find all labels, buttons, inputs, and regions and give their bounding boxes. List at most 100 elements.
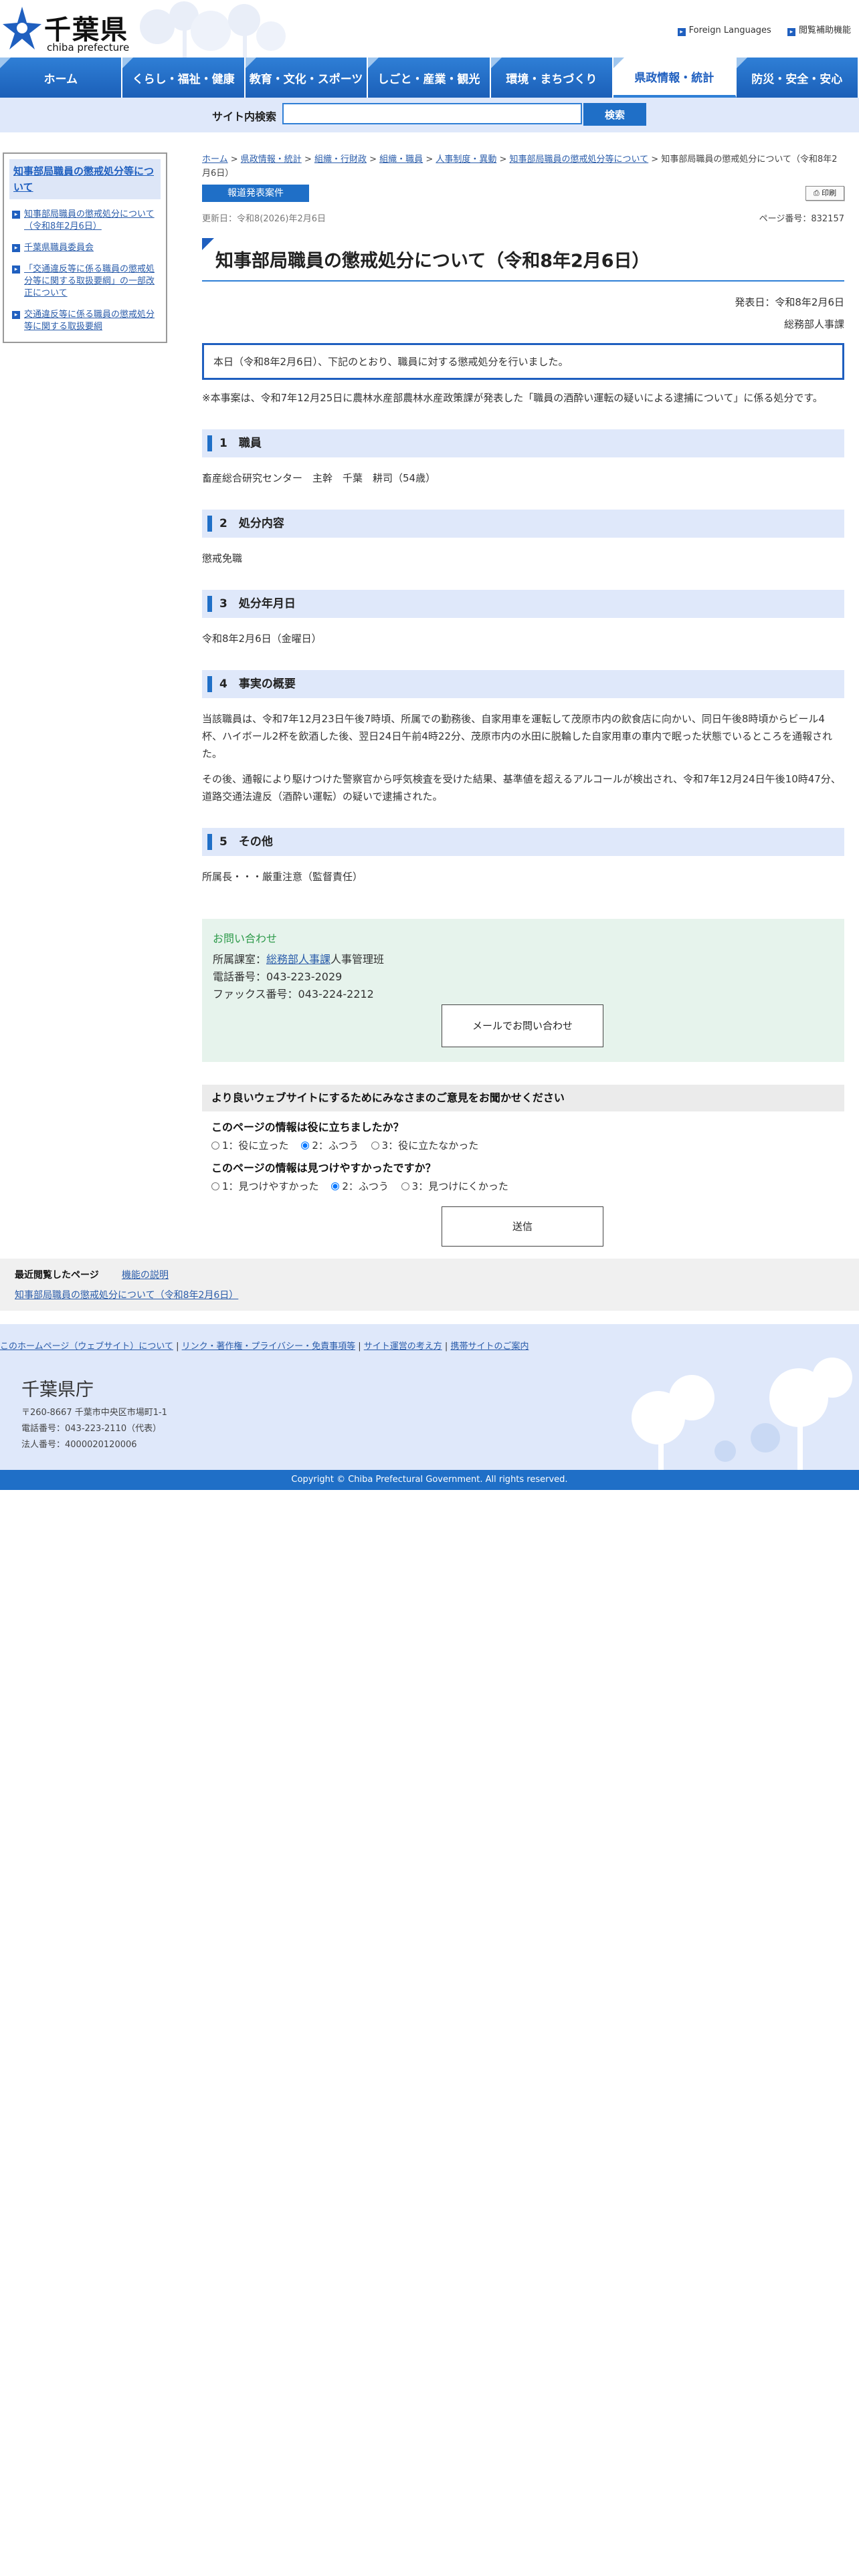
feedback-options-1: 1：役に立った 2：ふつう 3：役に立たなかった [202,1138,844,1152]
q1-option-1[interactable]: 1：役に立った [211,1140,289,1152]
footer-link-privacy[interactable]: リンク・著作権・プライバシー・免責事項等 [182,1341,355,1352]
breadcrumb-organization[interactable]: 組織・行財政 [314,154,367,165]
sidebar-link-label: 交通違反等に係る職員の懲戒処分等に関する取扱要綱 [24,310,155,332]
q1-option-3[interactable]: 3：役に立たなかった [371,1140,479,1152]
print-label: 印刷 [822,189,837,197]
sidebar: 知事部局職員の懲戒処分等について ▸ 知事部局職員の懲戒処分について（令和8年2月… [3,152,167,343]
nav-home[interactable]: ホーム [0,58,123,98]
feedback-title: より良いウェブサイトにするためにみなさまのご意見をお聞かせください [202,1085,844,1111]
contact-dept: 所属課室：総務部人事課人事管理班 [213,951,834,968]
logo-text-en: chiba prefecture [47,41,130,53]
nav-prefectural-info[interactable]: 県政情報・統計 [613,58,737,98]
section-body: 所属長・・・厳重注意（監督責任） [202,871,363,883]
header-utility-links: ▸ Foreign Languages ▸ 閲覧補助機能 [664,23,851,36]
contact-tel: 電話番号：043-223-2029 [213,970,343,983]
sidebar-link-committee[interactable]: ▸ 千葉県職員委員会 [9,242,161,254]
nav-education[interactable]: 教育・文化・スポーツ [245,58,369,98]
footer-link-policy[interactable]: サイト運営の考え方 [364,1341,442,1352]
feedback-form: より良いウェブサイトにするためにみなさまのご意見をお聞かせください このページの… [202,1085,844,1247]
footer-address: 〒260-8667 千葉市中央区市場町1-1 [21,1408,167,1418]
section-heading: 3 処分年月日 [202,590,844,618]
contact-box: お問い合わせ 所属課室：総務部人事課人事管理班 電話番号：043-223-202… [202,919,844,1062]
foreign-languages-label: Foreign Languages [688,25,771,35]
search-label: サイト内検索 [212,110,277,123]
section-heading: 5 その他 [202,828,844,856]
footer-links: このホームページ（ウェブサイト）について | リンク・著作権・プライバシー・免責… [0,1341,529,1352]
arrow-right-icon: ▸ [12,244,20,252]
q2-option-1[interactable]: 1：見つけやすかった [211,1180,319,1192]
email-inquiry-button[interactable]: メールでお問い合わせ [442,1004,603,1047]
section-body: 畜産総合研究センター 主幹 千葉 耕司（54歳） [202,472,436,484]
arrow-right-icon: ▸ [12,211,20,219]
option-label: 3：役に立たなかった [381,1140,479,1152]
breadcrumb-discipline[interactable]: 知事部局職員の懲戒処分等について [510,154,649,165]
nav-living[interactable]: くらし・福祉・健康 [122,58,246,98]
footer-corp-number: 法人番号：4000020120006 [21,1440,137,1450]
footer-tel: 電話番号：043-223-2110（代表） [21,1424,162,1434]
footer-office-name: 千葉県庁 [21,1380,94,1400]
contact-fax: ファックス番号：043-224-2212 [213,988,374,1000]
contact-dept-prefix: 所属課室： [213,953,267,966]
sidebar-link-label: 千葉県職員委員会 [24,243,94,253]
option-label: 1：見つけやすかった [222,1180,319,1192]
copyright: Copyright © Chiba Prefectural Government… [0,1470,859,1490]
accessibility-link[interactable]: ▸ 閲覧補助機能 [787,25,851,36]
feedback-question-2: このページの情報は見つけやすかったですか？ [211,1162,436,1174]
printer-icon: ⎙ [813,189,820,197]
nav-disaster[interactable]: 防災・安全・安心 [736,58,859,98]
footer-office-info: 千葉県庁 〒260-8667 千葉市中央区市場町1-1 電話番号：043-223… [21,1375,167,1453]
sidebar-link-current[interactable]: ▸ 知事部局職員の懲戒処分について（令和8年2月6日） [9,209,161,233]
sidebar-link-label: 「交通違反等に係る職員の懲戒処分等に関する取扱要綱」の一部改正について [24,264,155,298]
search-input[interactable] [282,103,582,124]
feedback-options-2: 1：見つけやすかった 2：ふつう 3：見つけにくかった [202,1179,844,1193]
breadcrumb-prefectural-info[interactable]: 県政情報・統計 [241,154,302,165]
global-nav: ホーム くらし・福祉・健康 教育・文化・スポーツ しごと・産業・観光 環境・まち… [0,58,859,98]
sidebar-title-link[interactable]: 知事部局職員の懲戒処分等について [9,159,161,199]
main-content: ホーム > 県政情報・統計 > 組織・行財政 > 組織・職員 > 人事制度・異動… [202,152,844,1247]
sidebar-link-revision[interactable]: ▸ 「交通違反等に係る職員の懲戒処分等に関する取扱要綱」の一部改正について [9,263,161,300]
arrow-right-icon: ▸ [12,311,20,319]
recent-help-link[interactable]: 機能の説明 [122,1268,169,1281]
feedback-question-1: このページの情報は役に立ちましたか？ [211,1121,404,1134]
q1-option-2[interactable]: 2：ふつう [301,1140,359,1152]
option-label: 2：ふつう [312,1140,359,1152]
feedback-submit-button[interactable]: 送信 [442,1206,603,1247]
arrow-right-icon: ▸ [677,28,686,36]
nav-environment[interactable]: 環境・まちづくり [490,58,614,98]
chiba-star-icon [3,7,41,49]
sidebar-link-guideline[interactable]: ▸ 交通違反等に係る職員の懲戒処分等に関する取扱要綱 [9,309,161,333]
q2-option-2[interactable]: 2：ふつう [331,1180,389,1192]
site-footer: このホームページ（ウェブサイト）について | リンク・著作権・プライバシー・免責… [0,1324,859,1471]
option-label: 1：役に立った [222,1140,289,1152]
site-logo[interactable]: 千葉県 chiba prefecture [0,4,130,53]
recent-item-link[interactable]: 知事部局職員の懲戒処分について（令和8年2月6日） [15,1288,238,1301]
option-label: 3：見つけにくかった [411,1180,508,1192]
section-body: 令和8年2月6日（金曜日） [202,633,322,645]
note-text: ※本事案は、令和7年12月25日に農林水産部農林水産政策課が発表した「職員の酒酔… [202,392,823,404]
contact-dept-suffix: 人事管理班 [330,953,385,966]
arrow-right-icon: ▸ [12,265,20,274]
breadcrumb-personnel[interactable]: 人事制度・異動 [436,154,496,165]
page-meta: 更新日：令和8(2026)年2月6日 ページ番号：832157 [202,211,844,229]
section-heading: 4 事実の概要 [202,670,844,698]
nav-work[interactable]: しごと・産業・観光 [368,58,491,98]
q2-option-3[interactable]: 3：見つけにくかった [401,1180,508,1192]
footer-link-mobile[interactable]: 携帯サイトのご案内 [450,1341,529,1352]
breadcrumb-staff[interactable]: 組織・職員 [379,154,423,165]
breadcrumb-home[interactable]: ホーム [202,154,228,165]
footer-decoration [632,1358,852,1471]
recently-viewed: 最近閲覧したページ 機能の説明 知事部局職員の懲戒処分について（令和8年2月6日… [0,1259,859,1311]
sidebar-link-label: 知事部局職員の懲戒処分について（令和8年2月6日） [24,209,155,231]
print-button[interactable]: ⎙ 印刷 [805,186,844,201]
section-body: 当該職員は、令和7年12月23日午後7時頃、所属での勤務後、自家用車を運転して茂… [202,713,832,760]
contact-dept-link[interactable]: 総務部人事課 [266,953,330,966]
header-decoration [140,1,286,58]
press-release-badge: 報道発表案件 [202,185,309,202]
footer-link-about[interactable]: このホームページ（ウェブサイト）について [0,1341,173,1352]
section-heading: 2 処分内容 [202,510,844,538]
search-button[interactable]: 検索 [583,103,646,126]
page-title: 知事部局職員の懲戒処分について（令和8年2月6日） [202,238,844,282]
foreign-languages-link[interactable]: ▸ Foreign Languages [677,25,771,36]
accessibility-label: 閲覧補助機能 [798,25,851,35]
section-body: 懲戒免職 [202,552,243,564]
